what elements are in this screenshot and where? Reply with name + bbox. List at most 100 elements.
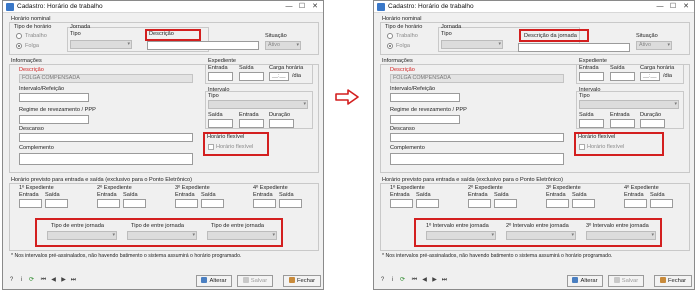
regime-input[interactable] — [390, 115, 460, 124]
info-description-input[interactable]: FOLGA COMPENSADA — [390, 74, 564, 83]
complement-input[interactable] — [19, 153, 193, 165]
flexible-checkbox[interactable] — [208, 144, 214, 150]
interval-meal-input[interactable] — [19, 93, 89, 102]
window-title: Cadastro: Horário de trabalho — [388, 3, 474, 10]
workload-input[interactable]: __:__ — [640, 72, 660, 81]
next-icon[interactable]: ▶ — [430, 276, 439, 285]
flexible-checkbox[interactable] — [579, 144, 585, 150]
status-select[interactable]: Ativo — [636, 41, 672, 50]
between-3-select[interactable] — [207, 231, 277, 240]
shift-type-select[interactable] — [70, 40, 132, 49]
exp-exit-input[interactable] — [239, 72, 264, 81]
shift-3-entry-input[interactable] — [175, 199, 198, 208]
refresh-icon[interactable]: ⟳ — [27, 276, 36, 285]
shift-4-entry-input[interactable] — [253, 199, 276, 208]
refresh-icon[interactable]: ⟳ — [398, 276, 407, 285]
shift-4-exit-input[interactable] — [279, 199, 302, 208]
change-button[interactable]: Alterar — [196, 275, 232, 287]
shift-1-exit-input[interactable] — [416, 199, 439, 208]
close-button[interactable]: ✕ — [680, 2, 692, 12]
shift-2-entry-input[interactable] — [97, 199, 120, 208]
description-input[interactable] — [147, 41, 259, 50]
interval-exit-input[interactable] — [208, 119, 233, 128]
shift-2-entry-input[interactable] — [468, 199, 491, 208]
radio-off-label: Folga — [25, 43, 39, 49]
status-select[interactable]: Ativo — [265, 41, 301, 50]
maximize-button[interactable]: ☐ — [296, 2, 308, 12]
complement-label: Complemento — [390, 145, 425, 151]
between-2-label: 2º Intervalo entre jornada — [506, 223, 569, 229]
minimize-button[interactable]: — — [283, 2, 295, 12]
rest-input[interactable] — [390, 133, 564, 142]
interval-type-label: Tipo — [579, 93, 590, 99]
shift-1-entry-input[interactable] — [19, 199, 42, 208]
maximize-button[interactable]: ☐ — [667, 2, 679, 12]
shift-4-entry-label: Entrada — [253, 192, 273, 198]
close-button[interactable]: ✕ — [309, 2, 321, 12]
close-window-button[interactable]: Fechar — [654, 275, 692, 287]
between-1-select[interactable] — [47, 231, 117, 240]
save-button[interactable]: Salvar — [237, 275, 273, 287]
shift-3-entry-label: Entrada — [546, 192, 566, 198]
first-icon[interactable]: ⏮ — [410, 276, 419, 285]
description-input[interactable] — [518, 43, 630, 52]
exp-entry-input[interactable] — [208, 72, 233, 81]
info-description-input[interactable]: FOLGA COMPENSADA — [19, 74, 193, 83]
save-button[interactable]: Salvar — [608, 275, 644, 287]
shift-4-exit-input[interactable] — [650, 199, 673, 208]
radio-work[interactable] — [16, 33, 22, 39]
interval-type-select[interactable] — [579, 100, 679, 109]
interval-type-select[interactable] — [208, 100, 308, 109]
interval-exit-input[interactable] — [579, 119, 604, 128]
shift-3-exit-label: Saída — [572, 192, 587, 198]
radio-off[interactable] — [16, 43, 22, 49]
exp-entry-input[interactable] — [579, 72, 604, 81]
complement-input[interactable] — [390, 153, 564, 165]
shift-4-entry-input[interactable] — [624, 199, 647, 208]
footer-note: * Nos intervalos pré-assinalados, não ha… — [382, 253, 613, 259]
interval-meal-input[interactable] — [390, 93, 460, 102]
workload-input[interactable]: __:__ — [269, 72, 289, 81]
change-button-label: Alterar — [580, 278, 598, 284]
info-icon[interactable]: i — [17, 276, 26, 285]
info-icon[interactable]: i — [388, 276, 397, 285]
regime-input[interactable] — [19, 115, 89, 124]
first-icon[interactable]: ⏮ — [39, 276, 48, 285]
last-icon[interactable]: ⏭ — [69, 276, 78, 285]
shift-2-exit-input[interactable] — [123, 199, 146, 208]
shift-3-exit-input[interactable] — [201, 199, 224, 208]
change-button[interactable]: Alterar — [567, 275, 603, 287]
rest-input[interactable] — [19, 133, 193, 142]
interval-duration-input[interactable] — [269, 119, 294, 128]
shift-1-entry-input[interactable] — [390, 199, 413, 208]
save-icon — [613, 277, 620, 283]
per-day-label: /dia — [663, 73, 673, 79]
radio-work[interactable] — [387, 33, 393, 39]
type-label: Tipo de horário — [385, 24, 423, 30]
close-window-button[interactable]: Fechar — [283, 275, 321, 287]
shift-2-exit-input[interactable] — [494, 199, 517, 208]
interval-entry-input[interactable] — [610, 119, 635, 128]
between-3-select[interactable] — [586, 231, 656, 240]
radio-off[interactable] — [387, 43, 393, 49]
shift-3-exit-input[interactable] — [572, 199, 595, 208]
shift-type-select[interactable] — [441, 40, 503, 49]
prev-icon[interactable]: ◀ — [49, 276, 58, 285]
shift-1-exit-input[interactable] — [45, 199, 68, 208]
between-2-select[interactable] — [127, 231, 197, 240]
minimize-button[interactable]: — — [654, 2, 666, 12]
between-1-select[interactable] — [426, 231, 496, 240]
last-icon[interactable]: ⏭ — [440, 276, 449, 285]
between-2-select[interactable] — [506, 231, 576, 240]
info-description-label: Descrição — [390, 67, 415, 73]
next-icon[interactable]: ▶ — [59, 276, 68, 285]
prev-icon[interactable]: ◀ — [420, 276, 429, 285]
interval-entry-input[interactable] — [239, 119, 264, 128]
help-icon[interactable]: ? — [7, 276, 16, 285]
help-icon[interactable]: ? — [378, 276, 387, 285]
shift-3-entry-input[interactable] — [546, 199, 569, 208]
window-after: Cadastro: Horário de trabalho — ☐ ✕ Horá… — [373, 0, 695, 290]
exp-exit-input[interactable] — [610, 72, 635, 81]
interval-duration-input[interactable] — [640, 119, 665, 128]
description-highlight — [145, 29, 201, 41]
